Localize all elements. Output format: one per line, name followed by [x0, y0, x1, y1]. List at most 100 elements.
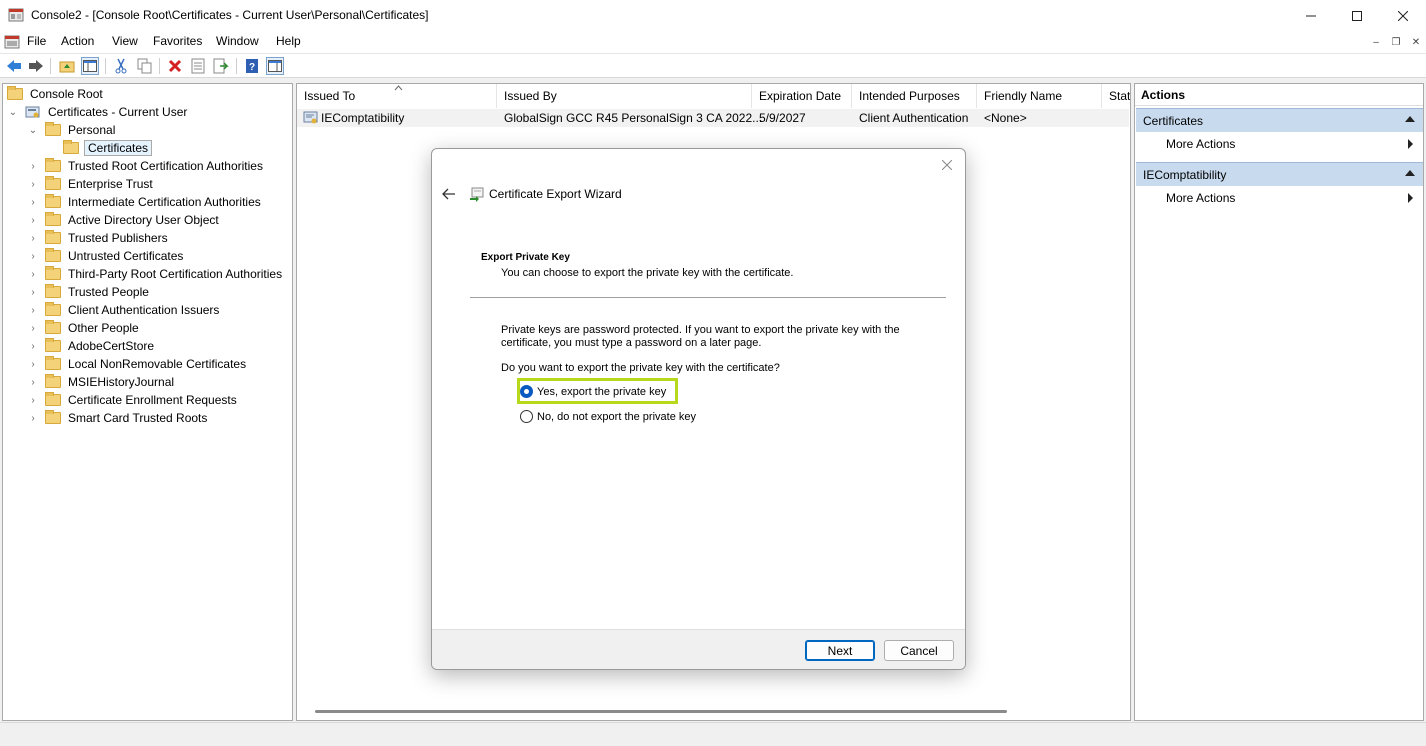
chevron-right-icon[interactable]: ›: [27, 412, 39, 424]
console-icon[interactable]: [4, 34, 20, 50]
menu-help[interactable]: Help: [276, 34, 301, 48]
column-header-expiration-date[interactable]: Expiration Date: [752, 84, 852, 108]
forward-button[interactable]: [27, 57, 45, 75]
more-actions-certificates[interactable]: More Actions: [1166, 137, 1235, 151]
chevron-right-icon[interactable]: ›: [27, 286, 39, 298]
menu-file[interactable]: File: [27, 34, 46, 48]
radio-button-selected[interactable]: [520, 385, 533, 398]
chevron-right-icon[interactable]: ›: [27, 214, 39, 226]
chevron-right-icon[interactable]: ›: [27, 196, 39, 208]
radio-yes-export-private-key[interactable]: Yes, export the private key: [520, 385, 666, 398]
tree-item-folder[interactable]: › Intermediate Certification Authorities: [27, 193, 263, 211]
tree-item-folder[interactable]: › Active Directory User Object: [27, 211, 221, 229]
radio-button[interactable]: [520, 410, 533, 423]
radio-label: Yes, export the private key: [537, 385, 667, 398]
column-header-status[interactable]: Stat: [1102, 84, 1130, 108]
tree-item-personal[interactable]: ⌄ Personal: [27, 121, 117, 139]
folder-icon: [45, 410, 61, 424]
tree-item-folder[interactable]: › Certificate Enrollment Requests: [27, 391, 239, 409]
horizontal-scrollbar[interactable]: [315, 710, 1007, 713]
collapse-up-icon[interactable]: [1405, 116, 1415, 122]
column-header-friendly-name[interactable]: Friendly Name: [977, 84, 1102, 108]
column-label: Issued To: [304, 89, 356, 103]
mdi-minimize-button[interactable]: –: [1366, 32, 1386, 52]
radio-no-export-private-key[interactable]: No, do not export the private key: [520, 410, 696, 423]
mdi-close-button[interactable]: ✕: [1406, 32, 1426, 52]
cut-button[interactable]: [112, 57, 130, 75]
menu-view[interactable]: View: [112, 34, 138, 48]
help-button[interactable]: ?: [243, 57, 261, 75]
copy-button[interactable]: [136, 57, 154, 75]
tree-item-certificates[interactable]: Certificates: [63, 139, 153, 157]
chevron-right-icon[interactable]: ›: [27, 178, 39, 190]
more-actions-iecomptatibility[interactable]: More Actions: [1166, 191, 1235, 205]
toolbar-separator: [105, 58, 106, 74]
help-icon: ?: [246, 59, 258, 73]
dialog-close-button[interactable]: [937, 155, 957, 175]
console-tree: Console Root ⌄ Certificates - Current Us…: [2, 83, 293, 721]
properties-button[interactable]: [189, 57, 207, 75]
actions-section-iecomptatibility[interactable]: IEComptatibility: [1136, 162, 1423, 186]
chevron-right-icon[interactable]: ›: [27, 358, 39, 370]
chevron-right-icon[interactable]: ›: [27, 160, 39, 172]
table-row[interactable]: IEComptatibility GlobalSign GCC R45 Pers…: [297, 109, 1129, 127]
menu-favorites[interactable]: Favorites: [153, 34, 202, 48]
menu-window[interactable]: Window: [216, 34, 259, 48]
show-hide-tree-button[interactable]: [81, 57, 99, 75]
dialog-back-button[interactable]: [439, 184, 459, 204]
radio-label: No, do not export the private key: [537, 410, 696, 423]
actions-section-certificates[interactable]: Certificates: [1136, 108, 1423, 132]
tree-item-label: Trusted Root Certification Authorities: [68, 159, 263, 173]
column-header-intended-purposes[interactable]: Intended Purposes: [852, 84, 977, 108]
chevron-right-icon[interactable]: ›: [27, 322, 39, 334]
sort-ascending-icon: [394, 85, 403, 91]
tree-item-folder[interactable]: › AdobeCertStore: [27, 337, 156, 355]
chevron-right-icon[interactable]: ›: [27, 268, 39, 280]
column-header-issued-to[interactable]: Issued To: [297, 84, 497, 108]
tree-item-folder[interactable]: › Trusted People: [27, 283, 151, 301]
tree-item-folder[interactable]: › Other People: [27, 319, 141, 337]
delete-button[interactable]: [166, 57, 184, 75]
tree-item-folder[interactable]: › MSIEHistoryJournal: [27, 373, 176, 391]
tree-item-label: Smart Card Trusted Roots: [68, 411, 208, 425]
folder-icon: [45, 230, 61, 244]
divider: [470, 297, 946, 298]
show-hide-action-pane-button[interactable]: [266, 57, 284, 75]
tree-item-folder[interactable]: › Client Authentication Issuers: [27, 301, 221, 319]
folder-icon: [45, 122, 61, 136]
tree-item-folder[interactable]: › Untrusted Certificates: [27, 247, 185, 265]
mdi-restore-button[interactable]: ❐: [1386, 32, 1406, 52]
menu-action[interactable]: Action: [61, 34, 94, 48]
chevron-right-icon[interactable]: ›: [27, 250, 39, 262]
tree-item-folder[interactable]: › Third-Party Root Certification Authorit…: [27, 265, 284, 283]
chevron-right-icon[interactable]: ›: [27, 304, 39, 316]
close-button[interactable]: [1380, 0, 1426, 31]
tree-item-console-root[interactable]: Console Root: [7, 85, 105, 103]
export-list-button[interactable]: [212, 57, 230, 75]
maximize-button[interactable]: [1334, 0, 1380, 31]
tree-item-label: Certificates - Current User: [48, 105, 188, 119]
up-one-level-button[interactable]: [58, 57, 76, 75]
tree-item-folder[interactable]: › Local NonRemovable Certificates: [27, 355, 248, 373]
chevron-down-icon[interactable]: ⌄: [7, 106, 19, 118]
chevron-right-icon[interactable]: ›: [27, 394, 39, 406]
properties-icon: [191, 58, 205, 74]
actions-header: Actions: [1135, 84, 1423, 106]
chevron-right-icon[interactable]: ›: [27, 376, 39, 388]
next-button[interactable]: Next: [805, 640, 875, 661]
tree-item-folder[interactable]: › Enterprise Trust: [27, 175, 155, 193]
minimize-button[interactable]: [1288, 0, 1334, 31]
collapse-up-icon[interactable]: [1405, 170, 1415, 176]
chevron-down-icon[interactable]: ⌄: [27, 124, 39, 136]
window-title: Console2 - [Console Root\Certificates - …: [31, 8, 429, 22]
chevron-right-icon[interactable]: ›: [27, 232, 39, 244]
tree-item-certificates-current-user[interactable]: ⌄ Certificates - Current User: [7, 103, 189, 121]
back-button[interactable]: [5, 57, 23, 75]
column-header-issued-by[interactable]: Issued By: [497, 84, 752, 108]
tree-item-folder[interactable]: › Smart Card Trusted Roots: [27, 409, 209, 427]
cancel-button[interactable]: Cancel: [884, 640, 954, 661]
tree-item-folder[interactable]: › Trusted Publishers: [27, 229, 170, 247]
tree-item-folder[interactable]: › Trusted Root Certification Authorities: [27, 157, 265, 175]
chevron-right-icon[interactable]: ›: [27, 340, 39, 352]
folder-icon: [45, 194, 61, 208]
